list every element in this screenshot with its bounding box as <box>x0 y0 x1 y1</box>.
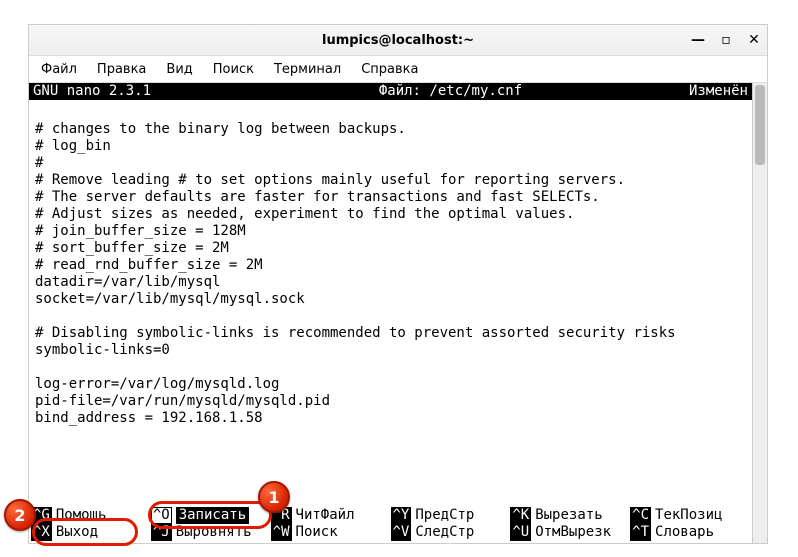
editor-line <box>35 359 746 376</box>
shortcut-label: ОтмВырезк <box>535 524 611 541</box>
terminal-wrap: GNU nano 2.3.1 Файл: /etc/my.cnf Изменён… <box>29 83 767 543</box>
editor-line: socket=/var/lib/mysql/mysql.sock <box>35 291 746 308</box>
editor-line <box>35 104 746 121</box>
shortcut-label: Вырезать <box>535 507 602 524</box>
nano-version: GNU nano 2.3.1 <box>33 83 233 100</box>
nano-modified: Изменён <box>668 83 748 100</box>
menu-search[interactable]: Поиск <box>209 60 258 79</box>
editor-line: # join_buffer_size = 128M <box>35 223 746 240</box>
shortcut-label: Выровнять <box>176 524 252 541</box>
shortcut-label: СледСтр <box>415 524 474 541</box>
terminal[interactable]: GNU nano 2.3.1 Файл: /etc/my.cnf Изменён… <box>29 83 752 543</box>
shortcut-Помощь[interactable]: ^GПомощь <box>31 507 151 524</box>
editor-line: log-error=/var/log/mysqld.log <box>35 376 746 393</box>
shortcut-label: ЧитФайл <box>296 507 355 524</box>
shortcut-key: ^C <box>630 507 651 524</box>
editor-line: # read_rnd_buffer_size = 2M <box>35 257 746 274</box>
shortcut-key: ^K <box>510 507 531 524</box>
editor-line: datadir=/var/lib/mysql <box>35 274 746 291</box>
shortcut-label: Записать <box>176 507 249 524</box>
editor-line: # The server defaults are faster for tra… <box>35 189 746 206</box>
editor-line <box>35 308 746 325</box>
editor-line: # changes to the binary log between back… <box>35 121 746 138</box>
menu-file[interactable]: Файл <box>37 60 81 79</box>
editor-line <box>35 427 746 444</box>
shortcut-key: ^V <box>391 524 412 541</box>
window-title: lumpics@localhost:~ <box>322 33 474 48</box>
minimize-button[interactable]: — <box>691 33 705 47</box>
nano-shortcuts: ^GПомощь^OЗаписать^RЧитФайл^YПредСтр^KВы… <box>29 507 752 543</box>
shortcut-Вырезать[interactable]: ^KВырезать <box>510 507 630 524</box>
shortcut-label: Выход <box>56 524 98 541</box>
shortcut-label: Поиск <box>296 524 338 541</box>
editor-line: # Disabling symbolic-links is recommende… <box>35 325 746 342</box>
scroll-thumb[interactable] <box>755 85 765 165</box>
shortcut-key: ^G <box>31 507 52 524</box>
menu-view[interactable]: Вид <box>162 60 196 79</box>
scrollbar[interactable] <box>752 83 767 543</box>
editor-line: # sort_buffer_size = 2M <box>35 240 746 257</box>
editor-line: bind_address = 192.168.1.58 <box>35 410 746 427</box>
editor-line: symbolic-links=0 <box>35 342 746 359</box>
shortcut-ТекПозиц[interactable]: ^CТекПозиц <box>630 507 750 524</box>
shortcut-key: ^X <box>31 524 52 541</box>
shortcut-ЧитФайл[interactable]: ^RЧитФайл <box>271 507 391 524</box>
shortcut-key: ^W <box>271 524 292 541</box>
window-controls: — ▫ ✕ <box>691 25 761 55</box>
shortcut-ПредСтр[interactable]: ^YПредСтр <box>391 507 511 524</box>
nano-body[interactable]: # changes to the binary log between back… <box>29 100 752 507</box>
shortcut-key: ^O <box>151 507 172 524</box>
shortcut-Поиск[interactable]: ^WПоиск <box>271 524 391 541</box>
nano-filename: Файл: /etc/my.cnf <box>233 83 668 100</box>
editor-line: pid-file=/var/run/mysqld/mysqld.pid <box>35 393 746 410</box>
shortcut-Выход[interactable]: ^XВыход <box>31 524 151 541</box>
shortcut-label: ТекПозиц <box>655 507 722 524</box>
nano-header: GNU nano 2.3.1 Файл: /etc/my.cnf Изменён <box>29 83 752 100</box>
shortcut-СледСтр[interactable]: ^VСледСтр <box>391 524 511 541</box>
terminal-window: lumpics@localhost:~ — ▫ ✕ Файл Правка Ви… <box>28 24 768 544</box>
editor-line: # log_bin <box>35 138 746 155</box>
shortcut-Записать[interactable]: ^OЗаписать <box>151 507 271 524</box>
shortcut-key: ^Y <box>391 507 412 524</box>
shortcut-Словарь[interactable]: ^TСловарь <box>630 524 750 541</box>
shortcut-label: Словарь <box>655 524 714 541</box>
shortcut-key: ^U <box>510 524 531 541</box>
shortcut-key: ^R <box>271 507 292 524</box>
maximize-button[interactable]: ▫ <box>719 33 733 47</box>
menubar: Файл Правка Вид Поиск Терминал Справка <box>29 56 767 83</box>
shortcut-key: ^T <box>630 524 651 541</box>
menu-edit[interactable]: Правка <box>93 60 150 79</box>
editor-line: # <box>35 155 746 172</box>
menu-help[interactable]: Справка <box>357 60 422 79</box>
close-button[interactable]: ✕ <box>747 33 761 47</box>
shortcut-ОтмВырезк[interactable]: ^UОтмВырезк <box>510 524 630 541</box>
shortcut-Выровнять[interactable]: ^JВыровнять <box>151 524 271 541</box>
shortcut-label: Помощь <box>56 507 107 524</box>
shortcut-key: ^J <box>151 524 172 541</box>
menu-terminal[interactable]: Терминал <box>270 60 345 79</box>
editor-line: # Adjust sizes as needed, experiment to … <box>35 206 746 223</box>
titlebar[interactable]: lumpics@localhost:~ — ▫ ✕ <box>29 25 767 56</box>
editor-line: # Remove leading # to set options mainly… <box>35 172 746 189</box>
shortcut-label: ПредСтр <box>415 507 474 524</box>
